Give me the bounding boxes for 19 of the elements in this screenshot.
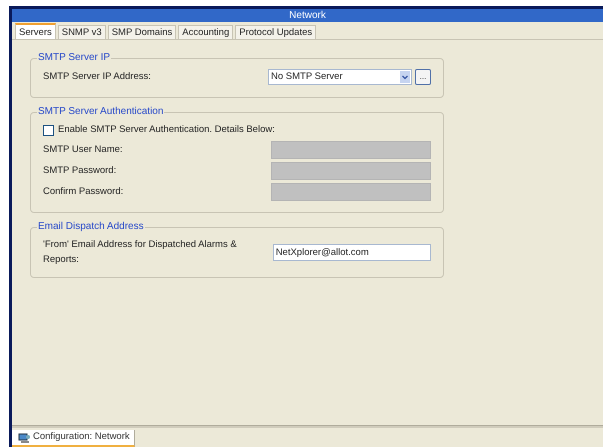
email-field[interactable]: NetXplorer@allot.com — [272, 244, 431, 261]
tab[interactable]: SNMP v3 — [58, 25, 106, 39]
window-title: Network — [12, 9, 603, 22]
field-label: SMTP Password: — [43, 164, 116, 178]
field-label: SMTP Server IP Address: — [43, 70, 151, 84]
server-dropdown[interactable]: No SMTP Server — [268, 69, 412, 85]
checkbox[interactable] — [43, 124, 54, 136]
tab[interactable]: SMP Domains — [108, 25, 176, 39]
tab[interactable]: Servers — [15, 23, 56, 39]
group-legend: Email Dispatch Address — [37, 220, 145, 234]
field-label: Confirm Password: — [43, 185, 124, 200]
field-label: 'From' Email Address for Dispatched Alarms & Reports: — [43, 238, 238, 266]
tab[interactable]: Protocol Updates — [235, 25, 316, 39]
computer-icon — [18, 432, 30, 444]
tab[interactable]: Accounting — [178, 25, 234, 39]
window-tab[interactable]: Configuration: Network — [12, 430, 135, 447]
checkbox-label: Enable SMTP Server Authentication. Details Below: — [58, 123, 275, 137]
field-label: SMTP User Name: — [43, 143, 123, 158]
browse-button[interactable]: ... — [415, 69, 431, 85]
